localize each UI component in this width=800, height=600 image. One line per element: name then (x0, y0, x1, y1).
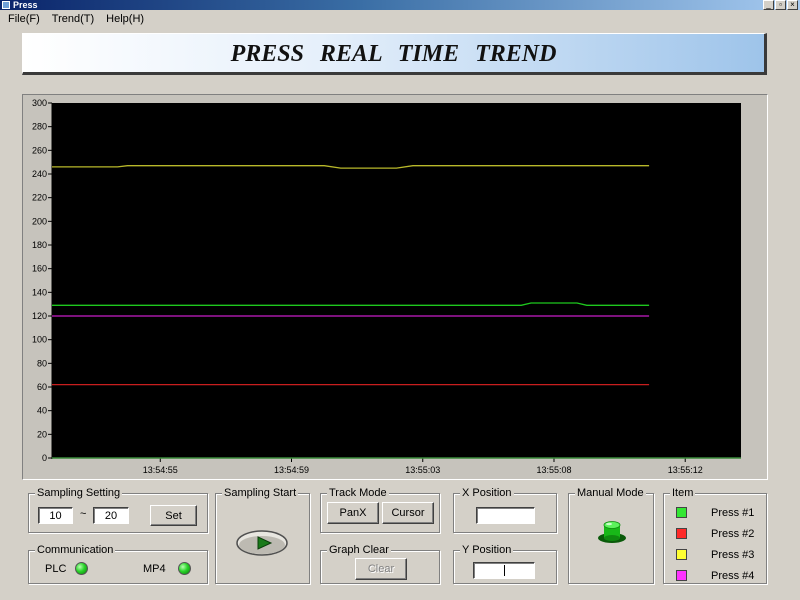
sampling-setting-title: Sampling Setting (35, 487, 123, 499)
y-position-title: Y Position (460, 544, 514, 556)
banner-title: PRESS REAL TIME TREND (230, 41, 557, 67)
y-tick-label-20: 20 (37, 429, 47, 439)
press-2-swatch (676, 528, 687, 539)
y-tick-label-40: 40 (37, 406, 47, 416)
y-tick-label-280: 280 (32, 122, 47, 132)
trend-chart[interactable]: 0 20 40 60 80 100 120 140 160 180 200 220 240 260 280 3… (23, 95, 769, 481)
mp4-label: MP4 (143, 563, 166, 575)
x-tick-label-2: 13:55:03 (405, 465, 440, 475)
y-tick-label-140: 140 (32, 287, 47, 297)
press-3-label: Press #3 (711, 549, 755, 561)
press-4-swatch (676, 570, 687, 581)
x-tick-label-0: 13:54:55 (143, 465, 178, 475)
manual-mode-group: Manual Mode (568, 487, 654, 584)
minimize-button[interactable]: _ (763, 0, 774, 10)
plc-label: PLC (45, 563, 67, 575)
plc-status-led-icon (75, 562, 88, 575)
clear-button[interactable]: Clear (355, 558, 407, 580)
graph-clear-title: Graph Clear (327, 544, 391, 556)
item-legend-group: Item Press #1 Press #2 Press #3 Press #4 (663, 487, 767, 584)
communication-group: Communication PLC MP4 (28, 544, 208, 584)
y-tick-label-300: 300 (32, 98, 47, 108)
sampling-to-input[interactable] (93, 507, 129, 524)
menu-help[interactable]: Help(H) (104, 13, 146, 25)
window-controls: _ ▫ × (763, 0, 798, 10)
mp4-status-led-icon (178, 562, 191, 575)
manual-mode-button[interactable] (597, 518, 629, 546)
window-title: Press (13, 0, 38, 10)
y-tick-label-180: 180 (32, 240, 47, 250)
press-3-swatch (676, 549, 687, 560)
panx-button[interactable]: PanX (327, 502, 379, 524)
y-tick-label-240: 240 (32, 169, 47, 179)
y-tick-label-60: 60 (37, 382, 47, 392)
x-position-group: X Position (453, 487, 557, 533)
y-tick-label-260: 260 (32, 145, 47, 155)
x-tick-label-4: 13:55:12 (668, 465, 703, 475)
press-4-label: Press #4 (711, 570, 755, 582)
menu-bar: File(F) Trend(T) Help(H) (0, 10, 800, 28)
set-button[interactable]: Set (150, 505, 197, 526)
x-position-field[interactable] (476, 507, 535, 524)
press-1-label: Press #1 (711, 507, 755, 519)
start-sampling-button[interactable] (235, 528, 289, 558)
sampling-setting-group: Sampling Setting ~ Set (28, 487, 208, 533)
manual-mode-title: Manual Mode (575, 487, 646, 499)
press-1-swatch (676, 507, 687, 518)
x-tick-label-1: 13:54:59 (274, 465, 309, 475)
sampling-from-input[interactable] (38, 507, 73, 524)
y-tick-label-100: 100 (32, 335, 47, 345)
y-tick-label-160: 160 (32, 264, 47, 274)
sampling-start-title: Sampling Start (222, 487, 299, 499)
press-2-label: Press #2 (711, 528, 755, 540)
track-mode-group: Track Mode PanX Cursor (320, 487, 440, 533)
text-caret (504, 565, 505, 576)
communication-title: Communication (35, 544, 116, 556)
title-banner: PRESS REAL TIME TREND (22, 33, 767, 75)
y-tick-label-200: 200 (32, 216, 47, 226)
close-button[interactable]: × (787, 0, 798, 10)
plot-area (52, 103, 741, 458)
track-mode-title: Track Mode (327, 487, 389, 499)
menu-file[interactable]: File(F) (6, 13, 42, 25)
x-tick-label-3: 13:55:08 (536, 465, 571, 475)
trend-chart-panel: 0 20 40 60 80 100 120 140 160 180 200 220 240 260 280 3… (22, 94, 768, 480)
y-position-group: Y Position (453, 544, 557, 584)
cursor-button[interactable]: Cursor (382, 502, 434, 524)
menu-trend[interactable]: Trend(T) (50, 13, 96, 25)
app-icon (2, 1, 10, 9)
x-position-title: X Position (460, 487, 514, 499)
title-bar: Press _ ▫ × (0, 0, 800, 10)
y-tick-label-220: 220 (32, 193, 47, 203)
item-legend-title: Item (670, 487, 696, 499)
y-tick-label-0: 0 (42, 453, 47, 463)
graph-clear-group: Graph Clear Clear (320, 544, 440, 584)
y-tick-label-120: 120 (32, 311, 47, 321)
sampling-start-group: Sampling Start (215, 487, 310, 584)
y-tick-label-80: 80 (37, 358, 47, 368)
maximize-button[interactable]: ▫ (775, 0, 786, 10)
range-separator: ~ (80, 508, 87, 520)
